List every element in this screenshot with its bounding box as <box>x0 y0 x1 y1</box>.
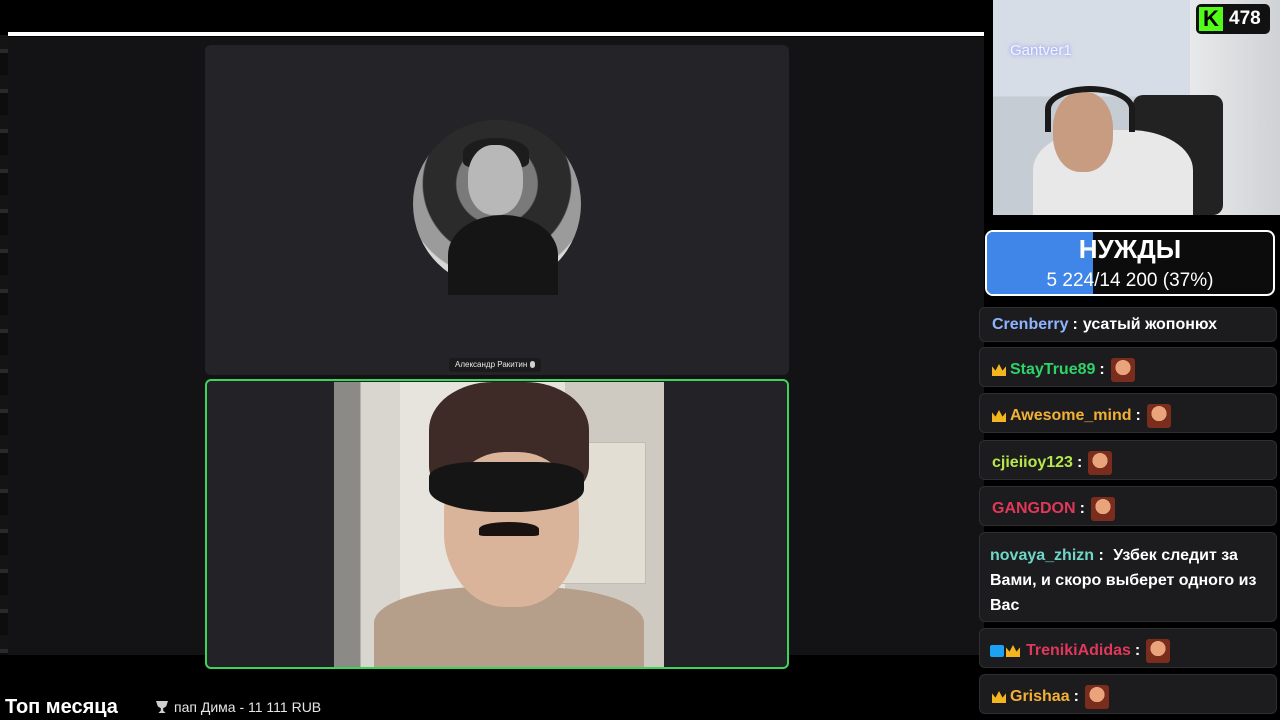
participant-name-tag: Александр Ракитин <box>449 358 542 372</box>
chat-username[interactable]: TrenikiAdidas <box>1026 642 1131 660</box>
chat-text: усатый жопонюх <box>1082 316 1218 333</box>
chat-username[interactable]: cjieiioy123 <box>992 454 1073 472</box>
participant-avatar <box>413 120 581 295</box>
kick-logo-icon: K <box>1199 7 1223 31</box>
crown-badge-icon <box>992 364 1006 376</box>
chat-username[interactable]: StayTrue89 <box>1010 361 1095 379</box>
boost-badge-icon <box>990 645 1004 657</box>
headphones-icon <box>1045 86 1135 132</box>
chat-message: Crenberry : усатый жопонюх <box>979 307 1277 342</box>
chat-username[interactable]: Awesome_mind <box>1010 407 1132 425</box>
chat-username[interactable]: GANGDON <box>992 500 1076 518</box>
top-divider <box>8 32 984 36</box>
chat-separator: : <box>1072 316 1078 333</box>
emote-icon <box>1090 497 1115 521</box>
top-donor-entry: пап Дима - 11 111 RUB <box>156 699 321 715</box>
top-donor-text: пап Дима - 11 111 RUB <box>174 699 322 715</box>
emote-icon <box>1110 358 1135 382</box>
chat-message: novaya_zhizn : Узбек следит за Вами, и с… <box>979 532 1277 622</box>
emote-icon <box>1084 685 1109 709</box>
chat-message: cjieiioy123 : <box>979 440 1277 480</box>
viewer-count: 478 <box>1229 8 1261 29</box>
crown-badge-icon <box>992 691 1006 703</box>
chat-username[interactable]: Crenberry <box>992 316 1068 334</box>
emote-icon <box>1146 404 1171 428</box>
chat-separator: : <box>1079 500 1085 517</box>
chat-username[interactable]: novaya_zhizn <box>990 547 1094 564</box>
donation-goal: НУЖДЫ 5 224/14 200 (37%) <box>985 230 1275 296</box>
trophy-icon <box>156 701 168 713</box>
chat-separator: : <box>1094 547 1104 564</box>
goal-progress-text: 5 224/14 200 (37%) <box>1046 270 1214 291</box>
emote-icon <box>1088 451 1113 475</box>
chat-separator: : <box>1099 361 1105 378</box>
chat-message: GANGDON : <box>979 486 1277 526</box>
chat-separator: : <box>1135 407 1141 424</box>
participant-tile-top[interactable] <box>205 45 789 375</box>
capture-edge <box>0 35 8 655</box>
chat-separator: : <box>1076 454 1083 471</box>
goal-title: НУЖДЫ <box>1078 234 1182 264</box>
emote-icon <box>1146 639 1171 663</box>
microphone-icon <box>530 361 536 368</box>
chat-username[interactable]: Grishaa <box>1010 688 1070 706</box>
crown-badge-icon <box>992 410 1006 422</box>
participant-video-feed <box>334 382 664 667</box>
crown-badge-icon <box>1006 645 1020 657</box>
top-month-title: Топ месяца <box>5 696 118 718</box>
chat-message: Awesome_mind : <box>979 393 1277 433</box>
viewer-count-badge: K 478 <box>1196 4 1270 34</box>
participant-name: Александр Ракитин <box>455 360 528 369</box>
chat-separator: : <box>1073 688 1079 705</box>
chat-separator: : <box>1134 642 1141 659</box>
chat-message: Grishaa : <box>979 674 1277 714</box>
chat-message: TrenikiAdidas : <box>979 628 1277 668</box>
streamer-name-overlay: Gantver1 <box>1010 42 1072 59</box>
chat-message: StayTrue89 : <box>979 347 1277 387</box>
participant-tile-active-speaker[interactable] <box>205 379 789 669</box>
